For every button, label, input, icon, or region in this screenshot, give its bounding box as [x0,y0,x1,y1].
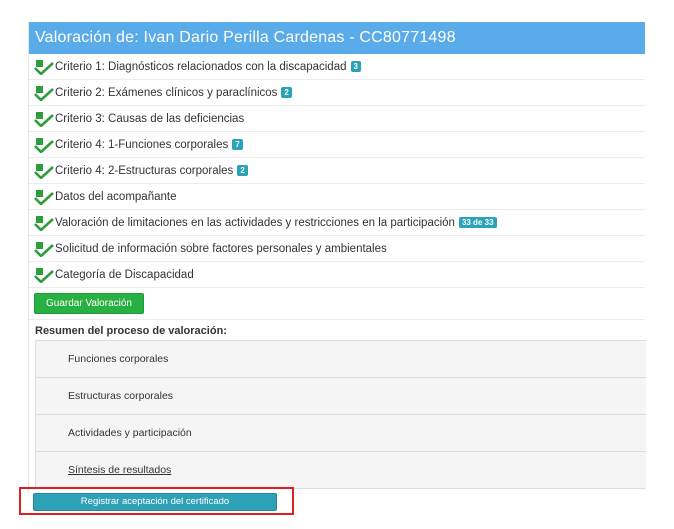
summary-item-label: Síntesis de resultados [68,464,172,476]
summary-title: Resumen del proceso de valoración: [35,325,227,337]
count-badge: 2 [237,165,248,176]
summary-item-label: Estructuras corporales [68,390,174,402]
count-badge: 2 [281,87,292,98]
criterion-item-3[interactable]: Criterio 3: Causas de las deficiencias [29,106,645,132]
summary-item-sintesis[interactable]: Síntesis de resultados [36,452,646,488]
criterion-label: Datos del acompañante [55,190,177,203]
criterion-label: Criterio 3: Causas de las deficiencias [55,112,245,125]
highlight-box: Registrar aceptación del certificado [19,487,294,515]
criterion-item-7[interactable]: Valoración de limitaciones en las activi… [29,210,645,236]
criterion-item-6[interactable]: Datos del acompañante [29,184,645,210]
criterion-label: Solicitud de información sobre factores … [55,242,387,255]
criteria-list: Criterio 1: Diagnósticos relacionados co… [29,54,645,288]
check-pencil-icon [34,137,54,153]
check-pencil-icon [34,85,54,101]
criterion-item-5[interactable]: Criterio 4: 2-Estructuras corporales 2 [29,158,645,184]
check-pencil-icon [34,241,54,257]
criterion-item-2[interactable]: Criterio 2: Exámenes clínicos y paraclín… [29,80,645,106]
check-pencil-icon [34,163,54,179]
check-pencil-icon [34,189,54,205]
criterion-item-1[interactable]: Criterio 1: Diagnósticos relacionados co… [29,54,645,80]
criterion-label: Criterio 1: Diagnósticos relacionados co… [55,60,347,73]
summary-item-estructuras[interactable]: Estructuras corporales [36,378,646,415]
criterion-item-9[interactable]: Categoría de Discapacidad [29,262,645,288]
criterion-item-8[interactable]: Solicitud de información sobre factores … [29,236,645,262]
criterion-label: Criterio 4: 2-Estructuras corporales [55,164,234,177]
summary-item-funciones[interactable]: Funciones corporales [36,341,646,378]
check-pencil-icon [34,59,54,75]
save-row: Guardar Valoración [29,288,645,320]
count-badge: 7 [232,139,243,150]
count-badge: 3 [350,61,361,72]
criterion-label: Criterio 2: Exámenes clínicos y paraclín… [55,86,278,99]
save-valoracion-button[interactable]: Guardar Valoración [34,293,144,314]
summary-accordion: Funciones corporales Estructuras corpora… [35,340,646,489]
criterion-label: Valoración de limitaciones en las activi… [55,216,455,229]
valoracion-panel: Valoración de: Ivan Dario Perilla Carden… [28,22,646,492]
count-badge: 33 de 33 [458,217,497,228]
check-pencil-icon [34,267,54,283]
summary-item-label: Actividades y participación [68,427,192,439]
summary-item-label: Funciones corporales [68,353,169,365]
register-certificate-button[interactable]: Registrar aceptación del certificado [33,493,277,511]
panel-title: Valoración de: Ivan Dario Perilla Carden… [29,22,645,54]
check-pencil-icon [34,215,54,231]
check-pencil-icon [34,111,54,127]
criterion-label: Categoría de Discapacidad [55,268,194,281]
summary-item-actividades[interactable]: Actividades y participación [36,415,646,452]
criterion-label: Criterio 4: 1-Funciones corporales [55,138,229,151]
criterion-item-4[interactable]: Criterio 4: 1-Funciones corporales 7 [29,132,645,158]
